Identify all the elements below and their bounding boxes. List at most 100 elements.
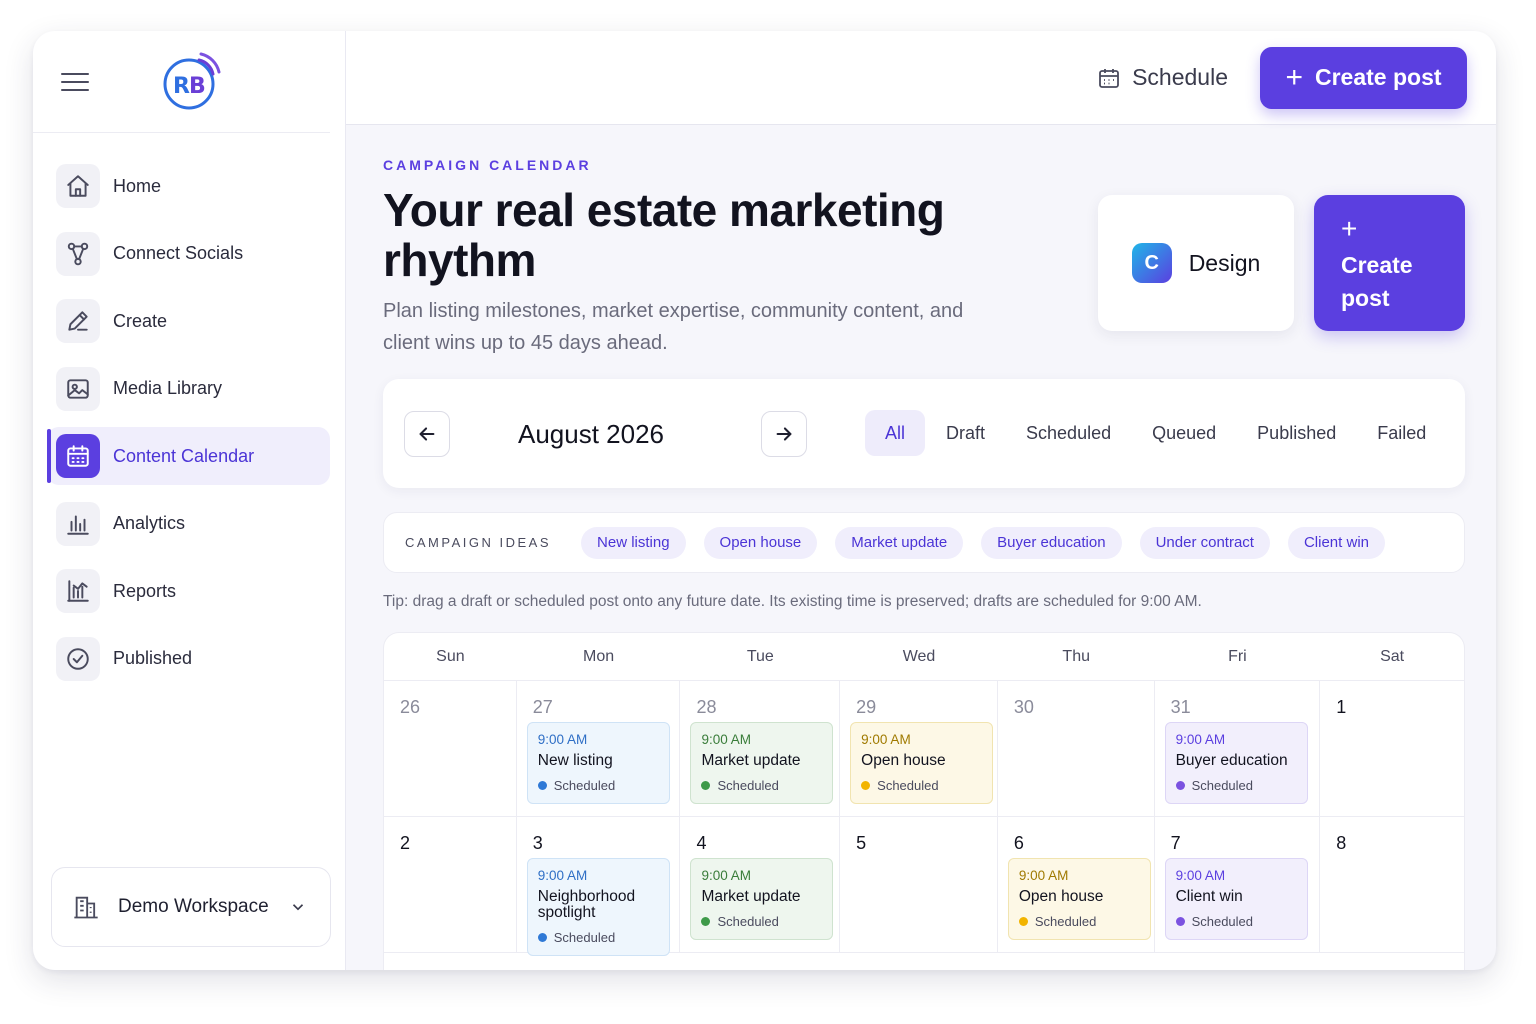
event-title: Buyer education: [1175, 752, 1288, 769]
event-status: Scheduled: [1175, 914, 1297, 929]
sidebar-header: R B: [33, 31, 330, 133]
image-icon: [56, 366, 100, 411]
sidebar-item-label: Content Calendar: [113, 445, 255, 466]
arrow-left-icon: [419, 427, 435, 441]
sidebar-item-home[interactable]: Home: [47, 157, 330, 215]
calendar-event-card[interactable]: 9:00 AM New listing Scheduled: [526, 722, 670, 804]
calendar-event-card[interactable]: 9:00 AM Neighborhood spotlight Scheduled: [526, 858, 670, 956]
sidebar-item-label: Create: [113, 310, 168, 331]
calendar-day-cell[interactable]: 27 9:00 AM New listing Scheduled: [517, 681, 681, 816]
calendar-day-cell[interactable]: 26: [384, 681, 517, 816]
calendar-event-card[interactable]: 9:00 AM Open house Scheduled: [1007, 858, 1151, 940]
day-number: 30: [1013, 697, 1034, 717]
filter-scheduled[interactable]: Scheduled: [1006, 410, 1131, 456]
event-time: 9:00 AM: [1175, 868, 1226, 883]
sidebar-item-create[interactable]: Create: [47, 292, 330, 350]
idea-chip-under-contract[interactable]: Under contract: [1139, 526, 1270, 559]
create-post-card-button[interactable]: + Create post: [1314, 195, 1465, 331]
event-status-label: Scheduled: [877, 778, 939, 793]
create-post-button[interactable]: + Create post: [1260, 46, 1467, 109]
sidebar-item-content-calendar[interactable]: Content Calendar: [47, 427, 330, 485]
check-circle-icon: [56, 636, 100, 681]
calendar-event-card[interactable]: 9:00 AM Market update Scheduled: [690, 722, 834, 804]
event-time: 9:00 AM: [701, 868, 751, 883]
sidebar-item-label: Home: [113, 175, 162, 196]
filter-published[interactable]: Published: [1237, 410, 1356, 456]
calendar-event-card[interactable]: 9:00 AM Open house Scheduled: [850, 722, 994, 804]
page-subtitle: Plan listing milestones, market expertis…: [383, 300, 964, 354]
calendar-day-cell[interactable]: 6 9:00 AM Open house Scheduled: [998, 817, 1155, 952]
idea-chip-new-listing[interactable]: New listing: [581, 526, 686, 559]
month-navigator: August 2026 All Draft Scheduled Queued P…: [383, 379, 1465, 488]
page-title: Your real estate marketing rhythm: [383, 184, 945, 286]
next-month-button[interactable]: [761, 411, 807, 457]
building-icon: [74, 896, 98, 919]
filter-failed[interactable]: Failed: [1357, 410, 1446, 456]
calendar-day-cell[interactable]: 5: [840, 817, 998, 952]
calendar-day-cell[interactable]: 3 9:00 AM Neighborhood spotlight Scheduled: [517, 817, 681, 956]
weekday-label: Thu: [1062, 647, 1090, 665]
bar-chart-icon: [56, 501, 100, 546]
event-title: Open house: [861, 752, 946, 769]
calendar-day-cell[interactable]: 29 9:00 AM Open house Scheduled: [840, 681, 998, 816]
calendar-event-card[interactable]: 9:00 AM Client win Scheduled: [1164, 858, 1308, 940]
sidebar-item-label: Connect Socials: [113, 243, 244, 263]
filter-all[interactable]: All: [865, 410, 926, 456]
day-number: 4: [696, 833, 707, 853]
sidebar-item-media-library[interactable]: Media Library: [47, 360, 330, 418]
calendar-event-card[interactable]: 9:00 AM Buyer education Scheduled: [1164, 722, 1308, 804]
calendar-day-cell[interactable]: 30: [998, 681, 1155, 816]
idea-chip-buyer-education[interactable]: Buyer education: [981, 526, 1122, 559]
schedule-button[interactable]: Schedule: [1097, 64, 1228, 91]
calendar-day-cell[interactable]: 28 9:00 AM Market update Scheduled: [680, 681, 841, 816]
event-title: Market update: [701, 888, 801, 905]
event-status: Scheduled: [701, 778, 822, 793]
calendar-week-row: 26 27 9:00 AM New listing Scheduled 28 9:00 AM…: [384, 681, 1464, 817]
event-status-label: Scheduled: [553, 930, 616, 945]
status-dot-icon: [1175, 781, 1185, 790]
event-time: 9:00 AM: [1175, 732, 1226, 747]
create-post-label: Create post: [1314, 64, 1442, 90]
calendar-grid: Sun Mon Tue Wed Thu Fri Sat 26 27 9:00 AM New lis…: [383, 632, 1465, 970]
event-status: Scheduled: [537, 778, 659, 793]
day-number: 3: [532, 833, 543, 853]
rb-logo[interactable]: R B: [161, 52, 221, 112]
calendar-icon: [56, 434, 100, 478]
status-dot-icon: [1018, 917, 1028, 926]
day-number: 8: [1336, 833, 1347, 853]
sidebar-item-connect-socials[interactable]: Connect Socials: [47, 225, 330, 283]
sidebar-item-reports[interactable]: Reports: [47, 562, 330, 620]
event-status-label: Scheduled: [717, 914, 779, 929]
sidebar-nav: Home Connect Socials Create Media Librar…: [33, 133, 345, 688]
day-number: 7: [1170, 833, 1181, 853]
hamburger-menu-icon[interactable]: [61, 67, 89, 97]
weekday-label: Wed: [902, 647, 936, 665]
idea-chip-market-update[interactable]: Market update: [835, 526, 964, 559]
filter-draft[interactable]: Draft: [926, 410, 1005, 456]
drag-tip: Tip: drag a draft or scheduled post onto…: [383, 593, 1202, 610]
weekday-label: Tue: [746, 647, 774, 665]
idea-chip-open-house[interactable]: Open house: [703, 526, 818, 559]
day-number: 5: [856, 833, 867, 853]
calendar-day-cell[interactable]: 4 9:00 AM Market update Scheduled: [680, 817, 841, 952]
sidebar-item-analytics[interactable]: Analytics: [47, 495, 330, 553]
workspace-switcher[interactable]: Demo Workspace: [51, 867, 331, 947]
sidebar-item-label: Reports: [113, 580, 177, 601]
event-status-label: Scheduled: [717, 778, 779, 793]
idea-chip-client-win[interactable]: Client win: [1287, 526, 1385, 559]
calendar-day-cell[interactable]: 8: [1320, 817, 1464, 952]
calendar-day-cell[interactable]: 7 9:00 AM Client win Scheduled: [1155, 817, 1321, 952]
design-button[interactable]: C Design: [1098, 195, 1294, 331]
sidebar-item-published[interactable]: Published: [47, 630, 330, 688]
calendar-day-cell[interactable]: 31 9:00 AM Buyer education Scheduled: [1155, 681, 1321, 816]
campaign-ideas: CAMPAIGN IDEAS New listing Open house Ma…: [383, 512, 1465, 573]
design-label: Design: [1188, 249, 1261, 276]
calendar-event-card[interactable]: 9:00 AM Market update Scheduled: [690, 858, 834, 940]
weekday-label: Sun: [436, 647, 465, 665]
day-number: 26: [400, 697, 421, 717]
filter-queued[interactable]: Queued: [1132, 410, 1236, 456]
calendar-day-cell[interactable]: 1: [1320, 681, 1464, 816]
workspace-name: Demo Workspace: [118, 896, 269, 917]
prev-month-button[interactable]: [404, 411, 450, 457]
calendar-day-cell[interactable]: 2: [384, 817, 517, 952]
